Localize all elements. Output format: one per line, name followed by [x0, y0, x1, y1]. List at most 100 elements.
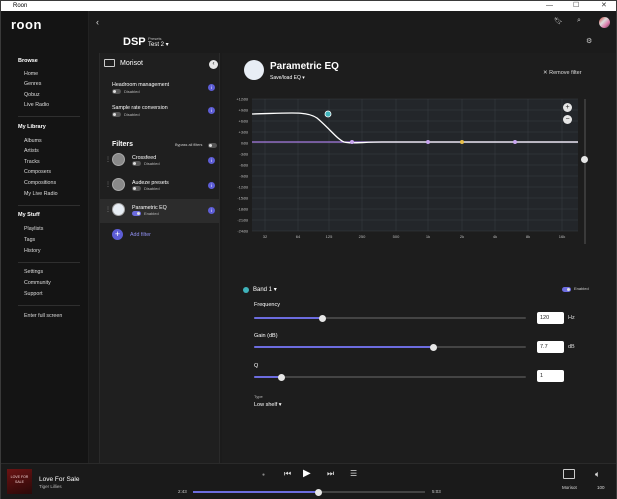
sidebar-item-albums[interactable]: Albums — [24, 138, 42, 144]
player-bar: LOVE FOR SALE Love For Sale Tiger Lillie… — [1, 463, 616, 499]
y-tick-label: -21dB — [237, 218, 248, 223]
zone-name: Morisot — [120, 60, 143, 67]
track-title[interactable]: Love For Sale — [39, 476, 79, 483]
audeze-info-icon[interactable]: i — [208, 182, 215, 189]
headroom-toggle[interactable] — [112, 89, 121, 94]
band-label: Band 1 — [253, 287, 273, 293]
parametric-eq-toggle[interactable] — [132, 211, 141, 216]
album-art[interactable]: LOVE FOR SALE — [7, 469, 32, 494]
title-bar: Roon — ☐ ✕ — [1, 1, 616, 11]
sidebar-item-live-radio[interactable]: Live Radio — [24, 102, 49, 108]
add-filter-icon[interactable]: + — [112, 229, 123, 240]
maximize-button[interactable]: ☐ — [573, 1, 579, 11]
main-area: ‹ DSP Presets Test 2 ▾ 🔖︎ ⌕ ⚙ Morisot ‹ … — [89, 11, 616, 463]
sidebar-item-tags[interactable]: Tags — [24, 237, 35, 243]
band-1-handle[interactable] — [324, 110, 332, 118]
sidebar-item-settings[interactable]: Settings — [24, 269, 43, 275]
band-5-handle[interactable] — [513, 140, 517, 144]
previous-track-icon[interactable]: ⏮ — [284, 469, 291, 479]
band-4-handle[interactable] — [460, 140, 464, 144]
graph-vertical-slider-knob[interactable] — [581, 156, 588, 163]
volume-icon[interactable]: 🔈︎ — [595, 469, 600, 480]
crossfeed-icon — [112, 153, 125, 166]
bookmark-icon[interactable]: 🔖︎ — [554, 17, 563, 25]
y-tick-label: +12dB — [236, 97, 248, 102]
audeze-toggle[interactable] — [132, 186, 141, 191]
parametric-eq-panel: Parametric EQ Save/load EQ ▾ ✕ Remove fi… — [222, 53, 616, 463]
type-dropdown[interactable]: Low shelf ▾ — [254, 402, 282, 408]
gain-slider[interactable] — [254, 343, 526, 351]
radio-icon[interactable]: ● — [262, 472, 265, 478]
y-tick-label: -15dB — [237, 196, 248, 201]
zoom-out-button[interactable]: − — [563, 115, 572, 124]
y-tick-label: 0dB — [241, 141, 248, 146]
crossfeed-toggle[interactable] — [132, 161, 141, 166]
search-icon[interactable]: ⌕ — [577, 17, 581, 25]
sidebar-item-compositions[interactable]: Compositions — [24, 180, 56, 186]
y-tick-label: +6dB — [239, 119, 249, 124]
page-title: DSP — [123, 36, 146, 48]
sidebar-item-qobuz[interactable]: Qobuz — [24, 92, 40, 98]
sidebar-item-support[interactable]: Support — [24, 291, 43, 297]
frequency-slider[interactable] — [254, 314, 526, 322]
preset-selector[interactable]: Test 2 ▾ — [148, 41, 169, 48]
minimize-button[interactable]: — — [546, 1, 553, 11]
seek-bar[interactable] — [193, 488, 425, 496]
crossfeed-info-icon[interactable]: i — [208, 157, 215, 164]
type-value: Low shelf — [254, 402, 278, 408]
collapse-panel-button[interactable]: ‹ — [209, 60, 218, 69]
gain-input[interactable]: 7.7 — [537, 341, 564, 353]
sidebar-item-tracks[interactable]: Tracks — [24, 159, 40, 165]
sidebar-item-genres[interactable]: Genres — [24, 81, 41, 87]
band-enabled-toggle[interactable] — [562, 287, 571, 292]
divider — [18, 116, 80, 117]
filters-title: Filters — [112, 141, 134, 148]
parametric-eq-info-icon[interactable]: i — [208, 207, 215, 214]
filter-row-parametric-eq[interactable]: ⋮⋮ Parametric EQ Enabled i — [100, 199, 219, 223]
band-3-handle[interactable] — [426, 140, 430, 144]
close-window-button[interactable]: ✕ — [601, 1, 607, 11]
seek-bar-knob[interactable] — [314, 488, 322, 496]
gear-icon[interactable]: ⚙ — [586, 37, 592, 45]
sidebar-item-community[interactable]: Community — [24, 280, 51, 286]
sidebar-item-composers[interactable]: Composers — [24, 169, 51, 175]
band-selector[interactable]: Band 1 ▾ — [253, 286, 277, 293]
q-slider[interactable] — [254, 373, 526, 381]
zone-speaker-icon[interactable] — [563, 469, 575, 479]
sidebar-item-playlists[interactable]: Playlists — [24, 226, 43, 232]
total-time: 5:03 — [432, 489, 441, 494]
eq-graph[interactable]: +12dB +9dB +6dB +3dB 0dB -3dB -6dB -9dB -12dB -15… — [222, 53, 616, 303]
q-input[interactable]: 1 — [537, 370, 564, 382]
src-toggle[interactable] — [112, 112, 121, 117]
enter-full-screen-button[interactable]: Enter full screen — [24, 313, 62, 319]
queue-icon[interactable]: ☰ — [350, 469, 357, 478]
avatar[interactable] — [599, 17, 610, 28]
zone-label[interactable]: Morisot — [562, 485, 577, 490]
track-artist[interactable]: Tiger Lillies — [39, 484, 62, 489]
sidebar-item-artists[interactable]: Artists — [24, 148, 39, 154]
y-tick-label: -12dB — [237, 185, 248, 190]
frequency-slider-knob[interactable] — [318, 314, 326, 322]
filter-row-audeze[interactable]: ⋮⋮ Audeze presets Disabled i — [100, 174, 219, 198]
y-tick-label: +9dB — [239, 108, 249, 113]
add-filter-button[interactable]: Add filter — [130, 232, 151, 238]
play-icon[interactable]: ▶ — [303, 468, 311, 479]
headroom-info-icon[interactable]: i — [208, 84, 215, 91]
src-info-icon[interactable]: i — [208, 107, 215, 114]
sidebar-item-my-live-radio[interactable]: My Live Radio — [24, 191, 58, 197]
graph-vertical-slider[interactable] — [584, 99, 586, 244]
sidebar-item-history[interactable]: History — [24, 248, 40, 254]
band-2-handle[interactable] — [350, 140, 354, 144]
next-track-icon[interactable]: ⏭ — [327, 469, 334, 479]
frequency-input[interactable]: 120 — [537, 312, 564, 324]
sidebar-item-home[interactable]: Home — [24, 71, 38, 77]
bypass-all-toggle[interactable] — [208, 143, 217, 148]
divider — [18, 262, 80, 263]
back-arrow-icon[interactable]: ‹ — [96, 17, 99, 27]
q-slider-knob[interactable] — [277, 373, 285, 381]
filter-row-crossfeed[interactable]: ⋮⋮ Crossfeed Disabled i — [100, 149, 219, 173]
zoom-in-button[interactable]: + — [563, 103, 572, 112]
gain-slider-knob[interactable] — [430, 343, 438, 351]
volume-level[interactable]: 100 — [597, 485, 605, 490]
band-enabled-label: Enabled — [574, 286, 589, 291]
